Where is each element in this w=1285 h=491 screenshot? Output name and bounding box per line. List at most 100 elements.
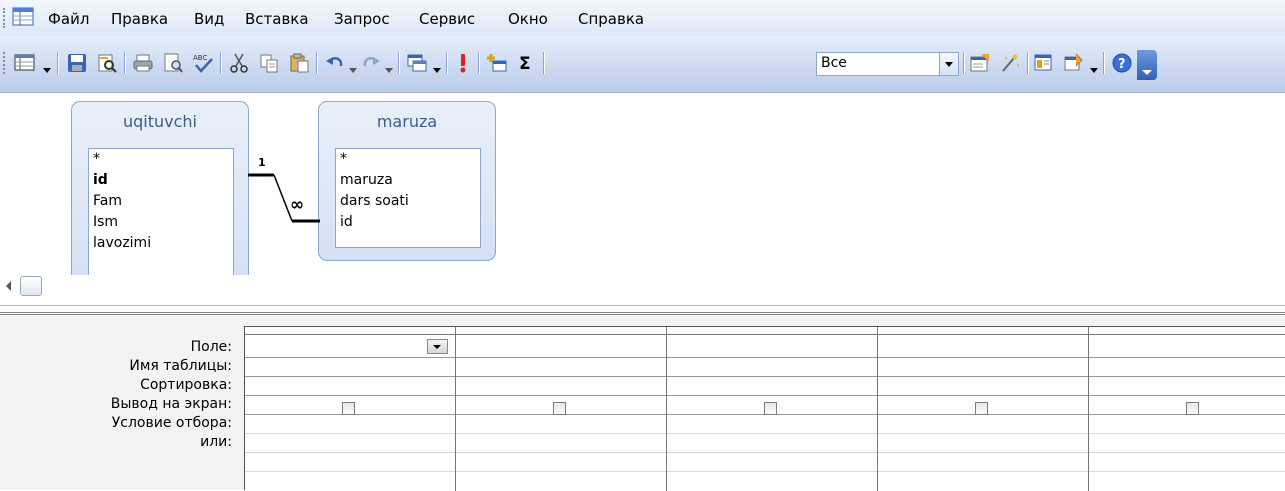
paste-icon[interactable]	[286, 50, 312, 76]
grid-column-line	[877, 327, 878, 491]
builder-icon[interactable]	[997, 50, 1023, 76]
row-label-table: Имя таблицы:	[129, 358, 232, 374]
run-icon[interactable]	[450, 50, 476, 76]
grid-column-line	[1088, 327, 1089, 491]
scroll-thumb[interactable]	[20, 276, 42, 296]
field-maruza[interactable]: maruza	[336, 170, 480, 191]
table-maruza[interactable]: maruza * maruza dars soati id	[318, 101, 496, 261]
menu-file[interactable]: Файл	[48, 10, 89, 28]
toolbar-separator	[963, 52, 965, 74]
show-checkbox[interactable]	[342, 402, 355, 415]
menu-window[interactable]: Окно	[508, 10, 548, 28]
spelling-icon[interactable]: ABC	[190, 50, 216, 76]
toolbar-separator	[478, 52, 480, 74]
field-fam[interactable]: Fam	[89, 191, 233, 212]
field-dropdown-icon[interactable]	[427, 339, 448, 354]
field-lavozimi[interactable]: lavozimi	[89, 233, 233, 254]
menu-insert[interactable]: Вставка	[245, 10, 309, 28]
cut-icon[interactable]	[226, 50, 252, 76]
menu-tools[interactable]: Сервис	[419, 10, 475, 28]
field-ism[interactable]: Ism	[89, 212, 233, 233]
table-title: maruza	[376, 112, 438, 131]
show-checkbox[interactable]	[553, 402, 566, 415]
table-pane: uqituvchi * id Fam Ism lavozimi maruza *…	[0, 93, 1285, 303]
field-id[interactable]: id	[336, 212, 480, 233]
toolbar-separator	[316, 52, 318, 74]
show-table-icon[interactable]	[484, 50, 510, 76]
chevron-down-icon[interactable]	[939, 53, 958, 75]
undo-icon[interactable]	[322, 50, 348, 76]
redo-icon[interactable]	[358, 50, 384, 76]
properties-icon[interactable]	[967, 50, 993, 76]
print-preview-icon[interactable]	[160, 50, 186, 76]
table-uqituvchi[interactable]: uqituvchi * id Fam Ism lavozimi	[71, 101, 249, 287]
row-label-or: или:	[200, 434, 232, 450]
field-list[interactable]: * maruza dars soati id	[335, 148, 481, 248]
field-all[interactable]: *	[89, 149, 233, 170]
query-grid[interactable]	[244, 326, 1285, 491]
grid-column-line	[666, 327, 667, 491]
grid-row-line	[245, 433, 1285, 434]
copy-icon[interactable]	[256, 50, 282, 76]
toolbar-separator	[57, 52, 59, 74]
totals-icon[interactable]: Σ	[513, 50, 539, 76]
save-icon[interactable]	[64, 50, 90, 76]
help-icon[interactable]: ?	[1109, 50, 1135, 76]
new-object-dropdown-icon[interactable]	[1089, 60, 1099, 73]
pane-splitter[interactable]	[0, 305, 1285, 315]
toolbar-separator	[1103, 52, 1105, 74]
toolbar-separator	[220, 52, 222, 74]
toolbar-separator	[446, 52, 448, 74]
query-type-dropdown-icon[interactable]	[432, 60, 442, 73]
relationship-many-label: ∞	[290, 195, 305, 215]
top-values-combo[interactable]: Все	[816, 52, 959, 76]
database-window-icon[interactable]	[1031, 50, 1057, 76]
view-dropdown-icon[interactable]	[42, 60, 52, 73]
show-checkbox[interactable]	[975, 402, 988, 415]
grid-row-line	[245, 471, 1285, 472]
grid-column-line	[455, 327, 456, 491]
toolbar-separator	[398, 52, 400, 74]
toolbar-options-icon[interactable]	[1137, 50, 1157, 80]
menu-view[interactable]: Вид	[194, 10, 224, 28]
menu-bar: Файл Правка Вид Вставка Запрос Сервис Ок…	[0, 0, 1285, 37]
grid-row-line	[245, 357, 1285, 358]
view-icon[interactable]	[12, 50, 38, 76]
query-type-icon[interactable]	[404, 50, 430, 76]
row-label-field: Поле:	[190, 339, 232, 355]
svg-text:?: ?	[1118, 57, 1126, 72]
print-icon[interactable]	[130, 50, 156, 76]
menu-grip[interactable]	[3, 8, 7, 28]
redo-dropdown-icon[interactable]	[384, 60, 394, 73]
toolbar-separator	[124, 52, 126, 74]
row-labels: Поле: Имя таблицы: Сортировка: Вывод на …	[0, 316, 244, 490]
undo-dropdown-icon[interactable]	[348, 60, 358, 73]
table-title: uqituvchi	[122, 112, 197, 131]
field-list[interactable]: * id Fam Ism lavozimi	[88, 148, 234, 276]
toolbar-grip[interactable]	[3, 52, 7, 74]
menu-query[interactable]: Запрос	[334, 10, 390, 28]
access-query-icon[interactable]	[12, 6, 36, 28]
menu-help[interactable]: Справка	[578, 10, 644, 28]
field-id[interactable]: id	[89, 170, 233, 191]
row-label-show: Вывод на экран:	[110, 396, 232, 412]
toolbar-separator	[1027, 52, 1029, 74]
show-checkbox[interactable]	[1186, 402, 1199, 415]
show-checkbox[interactable]	[764, 402, 777, 415]
top-values-value: Все	[821, 55, 847, 71]
query-design-toolbar: ABC Σ Все ?	[0, 36, 1285, 93]
grid-row-line	[245, 452, 1285, 453]
relationship-one-label: 1	[258, 156, 266, 169]
menu-edit[interactable]: Правка	[111, 10, 168, 28]
search-icon[interactable]	[94, 50, 120, 76]
row-label-criteria: Условие отбора:	[111, 415, 232, 431]
relationship-line[interactable]	[246, 163, 322, 233]
field-dars-soati[interactable]: dars soati	[336, 191, 480, 212]
horizontal-scrollbar[interactable]	[0, 275, 1285, 297]
toolbar-separator	[543, 52, 545, 74]
scroll-left-icon[interactable]	[6, 281, 11, 291]
svg-text:Σ: Σ	[519, 54, 531, 74]
new-object-icon[interactable]	[1061, 50, 1087, 76]
design-grid-pane: Поле: Имя таблицы: Сортировка: Вывод на …	[0, 316, 1285, 491]
field-all[interactable]: *	[336, 149, 480, 170]
